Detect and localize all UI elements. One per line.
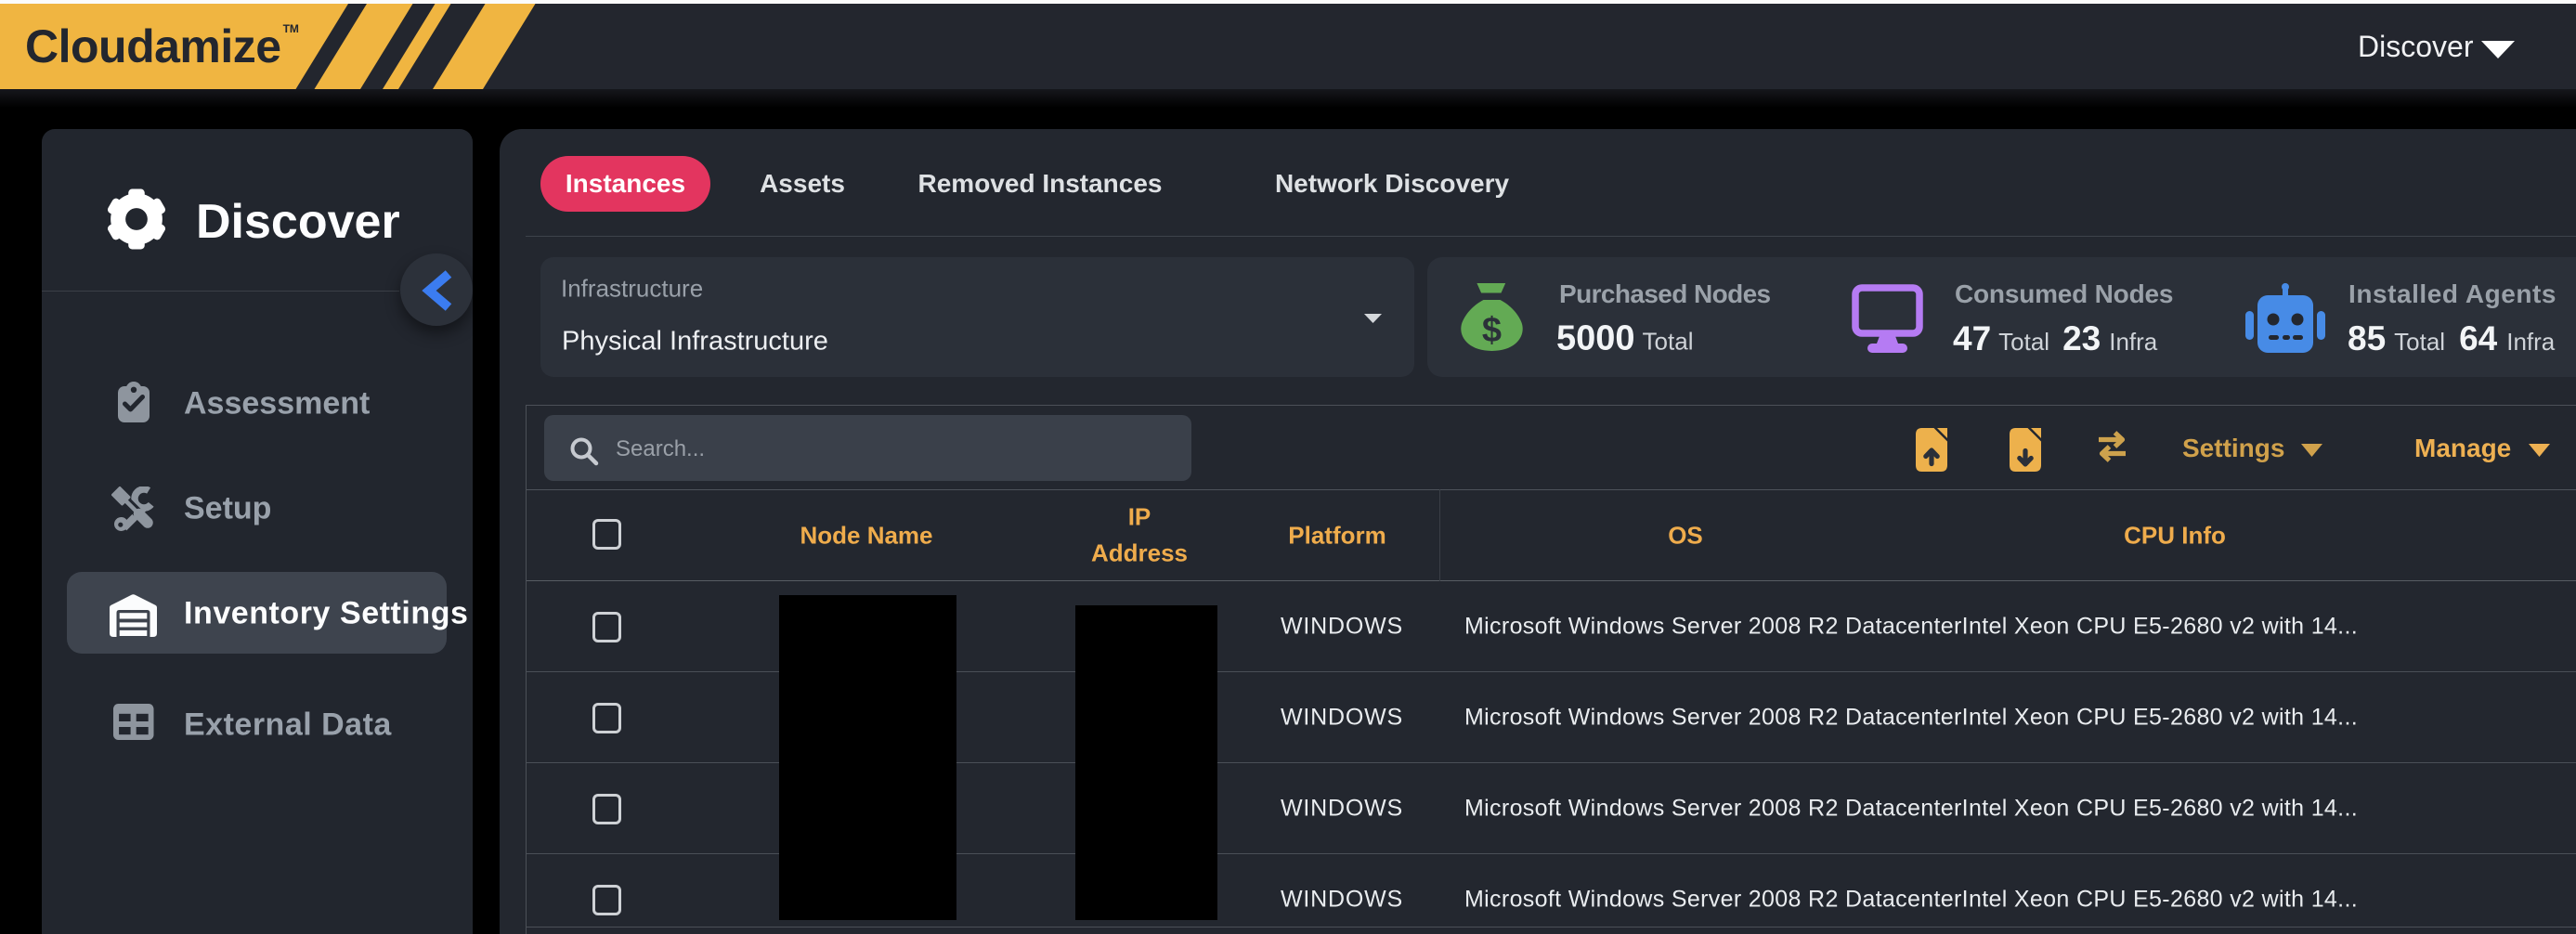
svg-text:$: $ bbox=[1482, 311, 1502, 350]
